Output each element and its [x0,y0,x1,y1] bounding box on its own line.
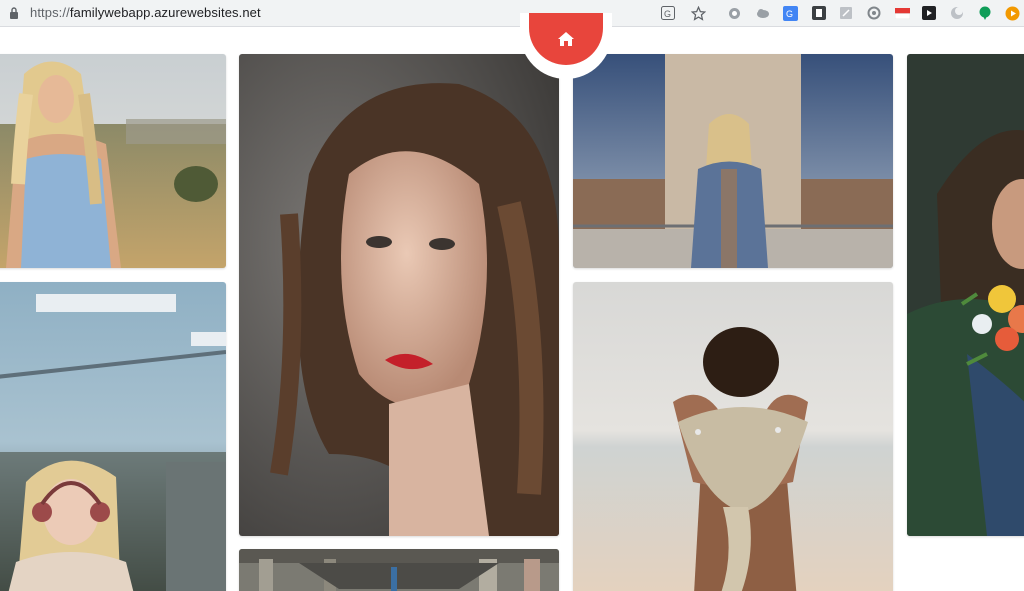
home-icon [558,32,574,46]
ext-box-icon[interactable] [811,5,827,21]
url-host: familywebapp.azurewebsites.net [69,5,261,20]
ext-cloud-icon[interactable] [754,5,770,21]
photo-woman-flowers[interactable] [907,54,1024,536]
svg-text:G: G [664,9,671,19]
lock-icon [10,7,18,19]
ext-flag-icon[interactable] [894,5,910,21]
ext-translate-blue-icon[interactable]: G [782,5,798,21]
ext-play-icon[interactable] [921,5,937,21]
translate-icon[interactable]: G [660,5,676,21]
ext-circle-icon[interactable] [726,5,742,21]
photo-portrait-red-lips[interactable] [239,54,559,536]
url-text[interactable]: https://familywebapp.azurewebsites.net [30,5,261,20]
ext-moon-icon[interactable] [949,5,965,21]
ext-ring-icon[interactable] [866,5,882,21]
ext-green-pin-icon[interactable] [977,5,993,21]
photo-blonde-field[interactable] [0,54,226,268]
home-button[interactable] [529,13,603,65]
url-scheme: https:// [30,5,70,20]
ext-doc-icon[interactable] [838,5,854,21]
bookmark-star-icon[interactable] [690,5,706,21]
svg-text:G: G [786,9,793,19]
photo-industrial-hall[interactable] [239,549,559,591]
photo-gallery [0,27,1024,591]
photo-girl-headphones[interactable] [0,282,226,591]
photo-woman-pillar[interactable] [573,54,893,268]
photo-hands-sand[interactable] [573,282,893,591]
browser-address-bar[interactable]: https://familywebapp.azurewebsites.net G… [0,0,1024,27]
ext-orange-play-icon[interactable] [1004,5,1020,21]
